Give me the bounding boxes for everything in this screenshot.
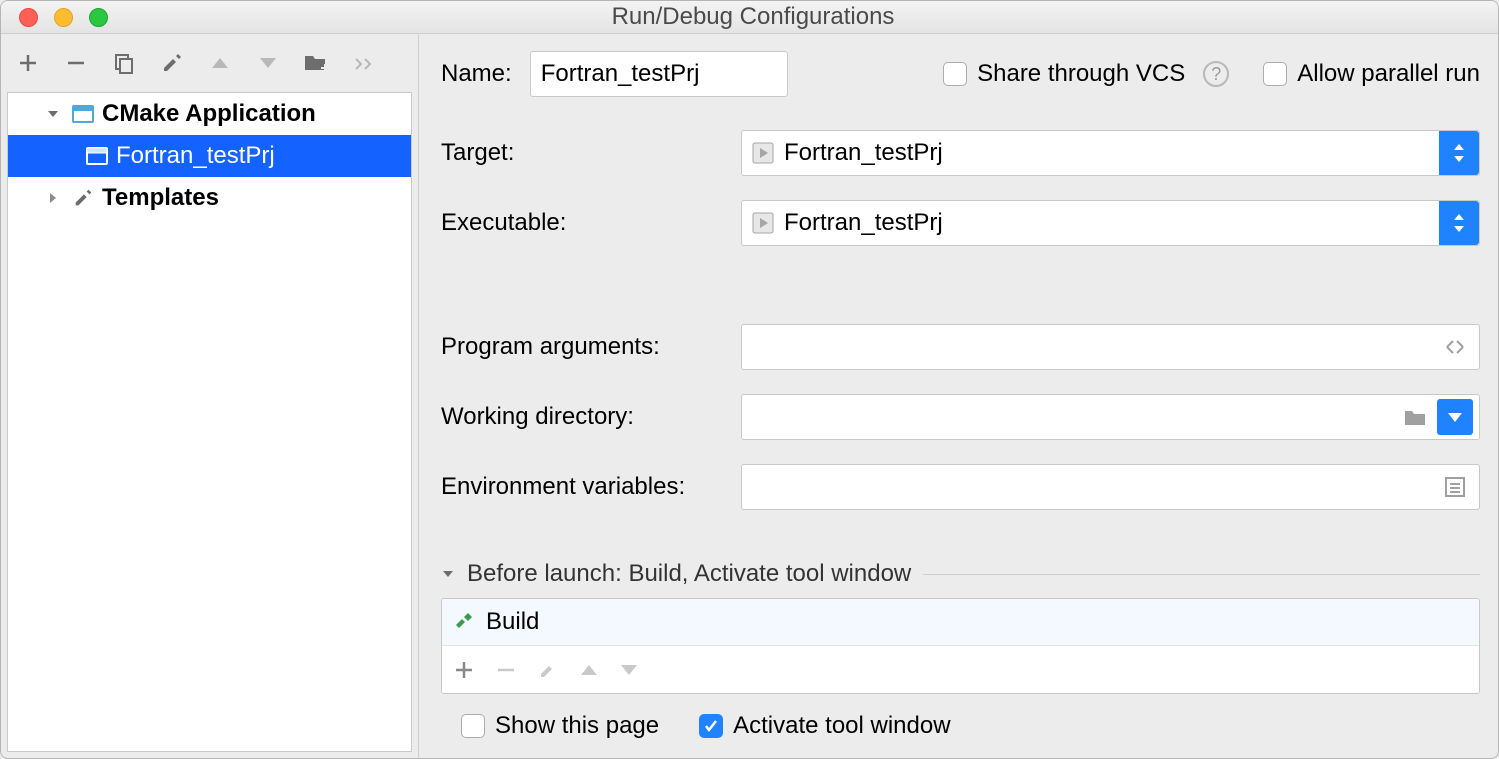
copy-config-button[interactable] — [109, 48, 139, 78]
edit-templates-button[interactable] — [157, 48, 187, 78]
expand-icon — [46, 107, 64, 121]
tree-node-label: Fortran_testPrj — [116, 142, 275, 170]
wrench-icon — [72, 187, 94, 209]
tree-node-cmake-application[interactable]: CMake Application — [8, 93, 411, 135]
collapse-icon — [441, 567, 455, 581]
working-directory-dropdown[interactable] — [1437, 399, 1473, 435]
name-input[interactable] — [530, 51, 788, 97]
browse-folder-icon[interactable] — [1397, 399, 1433, 435]
main-panel: Name: Share through VCS ? Allow parallel… — [419, 34, 1498, 758]
move-task-down-button[interactable] — [620, 664, 638, 676]
remove-config-button[interactable] — [61, 48, 91, 78]
target-combobox[interactable]: Fortran_testPrj — [741, 130, 1480, 176]
titlebar: Run/Debug Configurations — [1, 1, 1498, 34]
move-up-button[interactable] — [205, 48, 235, 78]
zoom-window-button[interactable] — [89, 8, 108, 27]
expand-editor-icon[interactable] — [1437, 329, 1473, 365]
move-down-button[interactable] — [253, 48, 283, 78]
dropdown-icon — [1439, 201, 1479, 245]
application-icon — [86, 147, 108, 165]
window-title: Run/Debug Configurations — [108, 3, 1398, 31]
program-arguments-input[interactable] — [741, 324, 1480, 370]
add-config-button[interactable] — [13, 48, 43, 78]
working-directory-label: Working directory: — [441, 403, 741, 431]
move-task-up-button[interactable] — [580, 664, 598, 676]
sidebar: CMake Application Fortran_testPrj Templ — [1, 34, 419, 758]
before-launch-list: Build — [441, 598, 1480, 694]
close-window-button[interactable] — [19, 8, 38, 27]
more-button[interactable] — [349, 48, 379, 78]
before-launch-item-label: Build — [486, 608, 539, 636]
working-directory-input[interactable] — [741, 394, 1480, 440]
window-controls — [1, 8, 108, 27]
before-launch-label: Before launch: Build, Activate tool wind… — [467, 560, 911, 588]
tree-node-templates[interactable]: Templates — [8, 177, 411, 219]
share-through-vcs-checkbox[interactable]: Share through VCS ? — [943, 60, 1229, 88]
executable-icon — [752, 212, 774, 234]
target-value: Fortran_testPrj — [784, 139, 943, 167]
executable-value: Fortran_testPrj — [784, 209, 943, 237]
environment-variables-label: Environment variables: — [441, 473, 741, 501]
activate-tool-window-checkbox[interactable]: Activate tool window — [699, 712, 950, 740]
before-launch-header[interactable]: Before launch: Build, Activate tool wind… — [441, 560, 1480, 588]
checkbox-box — [699, 714, 723, 738]
executable-combobox[interactable]: Fortran_testPrj — [741, 200, 1480, 246]
run-debug-configurations-window: Run/Debug Configurations — [0, 0, 1499, 759]
show-this-page-label: Show this page — [495, 712, 659, 740]
dropdown-icon — [1439, 131, 1479, 175]
sidebar-toolbar — [1, 34, 418, 92]
tree-node-fortran-testprj[interactable]: Fortran_testPrj — [8, 135, 411, 177]
hammer-icon — [452, 611, 474, 633]
target-label: Target: — [441, 139, 741, 167]
activate-tool-window-label: Activate tool window — [733, 712, 950, 740]
edit-task-button[interactable] — [538, 660, 558, 680]
before-launch-item[interactable]: Build — [442, 599, 1479, 645]
minimize-window-button[interactable] — [54, 8, 73, 27]
executable-label: Executable: — [441, 209, 741, 237]
tree-node-label: CMake Application — [102, 100, 316, 128]
allow-parallel-run-checkbox[interactable]: Allow parallel run — [1263, 60, 1480, 88]
help-icon[interactable]: ? — [1203, 61, 1229, 87]
remove-task-button[interactable] — [496, 660, 516, 680]
program-arguments-label: Program arguments: — [441, 333, 741, 361]
show-this-page-checkbox[interactable]: Show this page — [461, 712, 659, 740]
name-label: Name: — [441, 60, 512, 88]
before-launch-toolbar — [442, 645, 1479, 693]
add-task-button[interactable] — [454, 660, 474, 680]
separator — [923, 574, 1480, 575]
checkbox-box — [461, 714, 485, 738]
allow-parallel-run-label: Allow parallel run — [1297, 60, 1480, 88]
checkbox-box — [943, 62, 967, 86]
expand-icon — [46, 191, 64, 205]
application-icon — [72, 105, 94, 123]
tree-node-label: Templates — [102, 184, 219, 212]
environment-variables-input[interactable] — [741, 464, 1480, 510]
config-tree[interactable]: CMake Application Fortran_testPrj Templ — [7, 92, 412, 752]
checkbox-box — [1263, 62, 1287, 86]
target-icon — [752, 142, 774, 164]
folder-button[interactable] — [301, 48, 331, 78]
edit-list-icon[interactable] — [1437, 469, 1473, 505]
share-through-vcs-label: Share through VCS — [977, 60, 1185, 88]
